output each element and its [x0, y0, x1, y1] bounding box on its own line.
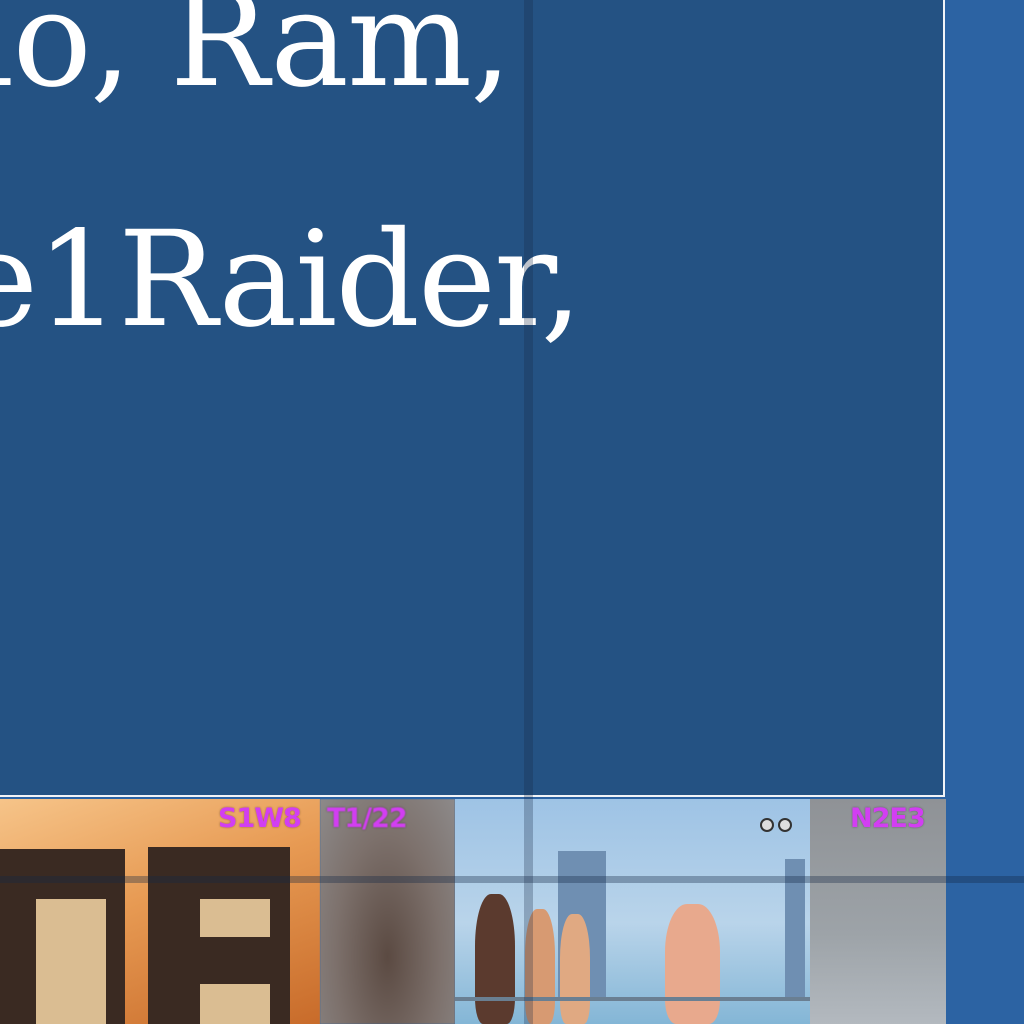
person: [665, 904, 720, 1024]
guide-line-vertical: [524, 0, 533, 1024]
greeting-line-2: e1Raider,: [0, 203, 583, 357]
thumbnail-code: T1/22: [327, 803, 408, 834]
person: [475, 894, 515, 1024]
thumbnail-code: N2E3: [850, 803, 926, 834]
thumbnail-3[interactable]: [455, 799, 810, 1024]
copyright-icon: [760, 818, 774, 832]
boat-rail: [455, 997, 810, 1001]
rating-icon: [778, 818, 792, 832]
thumbnail-2[interactable]: T1/22: [320, 799, 455, 1024]
window: [36, 899, 106, 1024]
thumbnail-1[interactable]: S1W8: [0, 799, 320, 1024]
greeting-line-1: llo, Ram,: [0, 0, 512, 117]
guide-line-horizontal: [0, 876, 1024, 883]
hero-panel: llo, Ram, e1Raider,: [0, 0, 945, 797]
window: [200, 899, 270, 937]
thumbnail-strip: S1W8 T1/22 N2E3: [0, 799, 946, 1024]
window: [200, 984, 270, 1024]
thumbnail-4[interactable]: N2E3: [810, 799, 946, 1024]
thumbnail-code: S1W8: [218, 803, 302, 834]
person: [560, 914, 590, 1024]
